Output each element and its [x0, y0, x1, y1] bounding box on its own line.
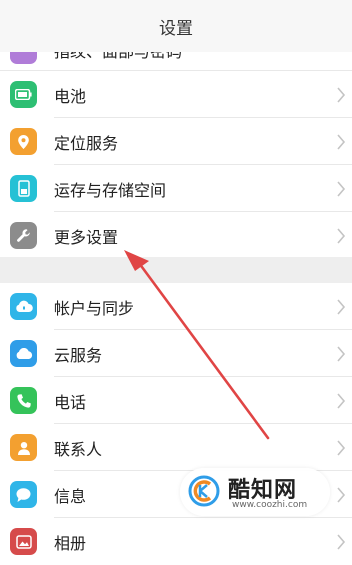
chevron-right-icon: [337, 228, 346, 244]
cloud-icon: [10, 340, 37, 367]
chevron-right-icon: [337, 346, 346, 362]
settings-item-album[interactable]: 相册: [0, 518, 352, 565]
settings-item-storage[interactable]: 运存与存储空间: [0, 165, 352, 212]
settings-item-label: 电话: [54, 393, 87, 412]
settings-item-label: 信息: [54, 487, 87, 506]
wrench-icon: [10, 222, 37, 249]
settings-item-more[interactable]: 更多设置: [0, 212, 352, 259]
battery-icon: [10, 81, 37, 108]
settings-item-account-sync[interactable]: 帐户与同步: [0, 283, 352, 330]
contacts-icon: [10, 434, 37, 461]
account-sync-icon: [10, 293, 37, 320]
settings-item-label: 相册: [54, 534, 87, 553]
chevron-right-icon: [337, 87, 346, 103]
chevron-right-icon: [337, 181, 346, 197]
settings-item-label: 指纹、面部与密码: [54, 52, 182, 62]
watermark: 酷知网 www.coozhi.com: [180, 468, 330, 516]
settings-item-location[interactable]: 定位服务: [0, 118, 352, 165]
page-title: 设置: [159, 19, 193, 39]
album-icon: [10, 528, 37, 555]
title-bar: 设置: [0, 0, 352, 53]
settings-item-cloud[interactable]: 云服务: [0, 330, 352, 377]
settings-group-device: 电池 定位服务 运存与存储空间 更多设置: [0, 71, 352, 259]
chevron-right-icon: [337, 487, 346, 503]
coozhi-logo-icon: [188, 475, 220, 507]
settings-item-label: 云服务: [54, 346, 103, 365]
settings-item-label: 运存与存储空间: [54, 181, 167, 200]
chevron-right-icon: [337, 393, 346, 409]
watermark-url: www.coozhi.com: [232, 500, 308, 510]
location-pin-icon: [10, 128, 37, 155]
chevron-right-icon: [337, 134, 346, 150]
settings-item-label: 帐户与同步: [54, 299, 135, 318]
settings-item-label: 定位服务: [54, 134, 119, 153]
settings-item-label: 联系人: [54, 440, 103, 459]
settings-item-contacts[interactable]: 联系人: [0, 424, 352, 471]
chevron-right-icon: [337, 299, 346, 315]
chevron-right-icon: [337, 440, 346, 456]
fingerprint-icon: [10, 52, 37, 64]
settings-item-phone[interactable]: 电话: [0, 377, 352, 424]
settings-item-fingerprint[interactable]: 指纹、面部与密码: [0, 52, 352, 71]
settings-item-label: 电池: [54, 87, 87, 106]
phone-icon: [10, 387, 37, 414]
settings-item-label: 更多设置: [54, 228, 119, 247]
message-icon: [10, 481, 37, 508]
storage-icon: [10, 175, 37, 202]
settings-item-battery[interactable]: 电池: [0, 71, 352, 118]
chevron-right-icon: [337, 534, 346, 550]
section-divider: [0, 257, 352, 283]
settings-group-accounts: 帐户与同步 云服务 电话 联系人 信息 相册: [0, 283, 352, 565]
